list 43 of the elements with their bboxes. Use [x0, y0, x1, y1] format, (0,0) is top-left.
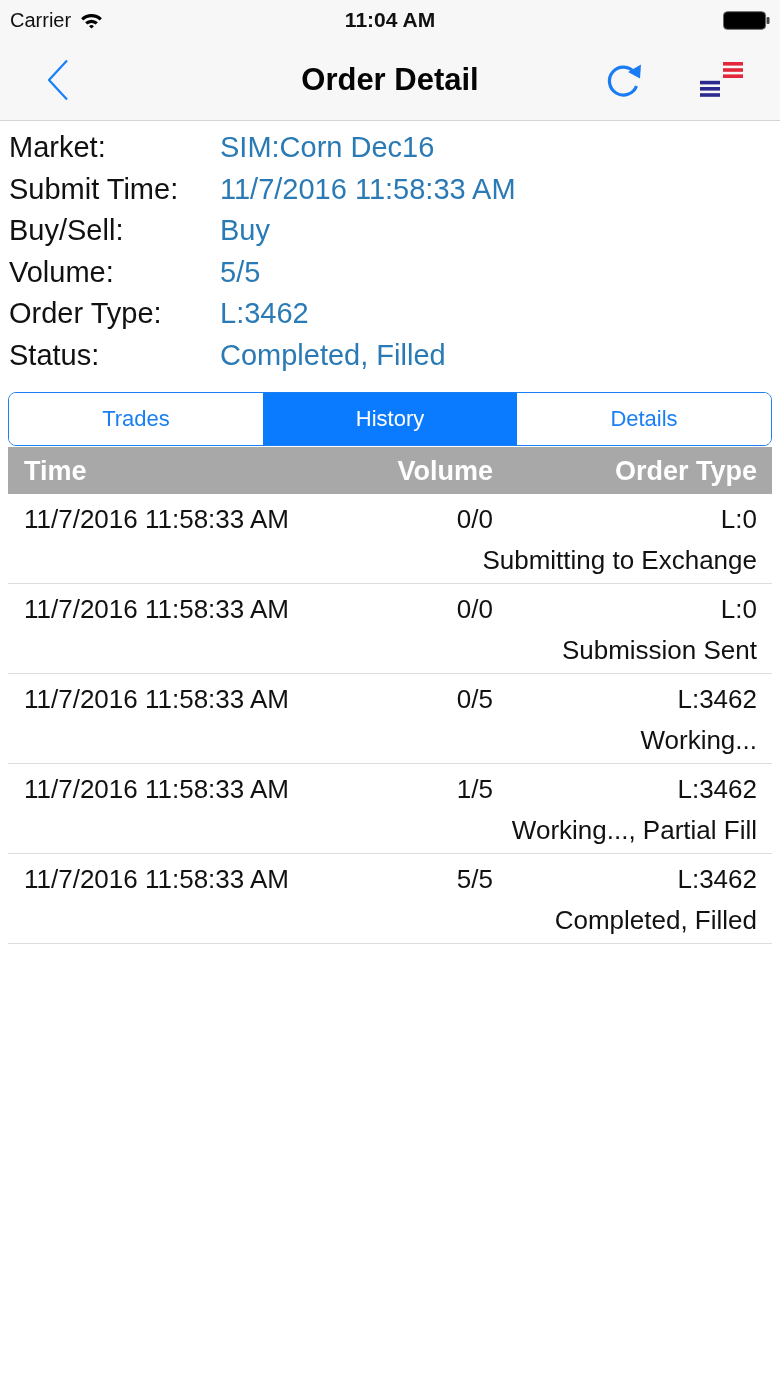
order-list-icon[interactable] — [700, 61, 743, 97]
history-order-type: L:3462 — [677, 863, 757, 896]
field-label: Status: — [9, 337, 101, 373]
history-order-type: L:0 — [720, 503, 757, 536]
history-volume: 5/5 — [456, 863, 493, 896]
column-header: Order Type — [614, 454, 757, 487]
segment-tab[interactable]: History — [263, 393, 517, 445]
history-order-type: L:0 — [720, 593, 757, 626]
status-time: 11:04 AM — [344, 8, 436, 32]
history-status: Working... — [640, 724, 757, 757]
history-status: Submitting to Exchange — [482, 544, 757, 577]
history-volume: 0/0 — [456, 593, 493, 626]
history-time: 11/7/2016 11:58:33 AM — [24, 593, 290, 626]
column-header: Volume — [397, 454, 493, 487]
history-time: 11/7/2016 11:58:33 AM — [24, 503, 290, 536]
field-label: Buy/Sell: — [9, 213, 125, 248]
field-label: Submit Time: — [9, 171, 180, 207]
field-label: Market: — [9, 130, 107, 165]
history-status: Completed, Filled — [554, 904, 757, 937]
field-value: Buy — [220, 213, 270, 248]
history-volume: 0/5 — [456, 683, 493, 716]
battery-icon — [723, 10, 770, 30]
back-icon[interactable] — [47, 59, 69, 101]
field-value: Completed, Filled — [220, 337, 446, 373]
history-status: Submission Sent — [561, 634, 757, 667]
history-order-type: L:3462 — [677, 773, 757, 806]
history-order-type: L:3462 — [677, 683, 757, 716]
field-value: 5/5 — [220, 254, 261, 290]
history-volume: 1/5 — [456, 773, 493, 806]
field-value: SIM:Corn Dec16 — [220, 130, 435, 165]
wifi-icon — [80, 11, 104, 29]
history-time: 11/7/2016 11:58:33 AM — [24, 863, 290, 896]
history-volume: 0/0 — [456, 503, 493, 536]
history-time: 11/7/2016 11:58:33 AM — [24, 683, 290, 716]
screen-title: Order Detail — [301, 61, 479, 99]
history-time: 11/7/2016 11:58:33 AM — [24, 773, 290, 806]
history-status: Working..., Partial Fill — [511, 814, 757, 847]
field-label: Order Type: — [9, 296, 163, 331]
field-label: Volume: — [9, 254, 115, 290]
field-value: L:3462 — [220, 296, 309, 331]
field-value: 11/7/2016 11:58:33 AM — [220, 171, 516, 207]
column-header: Time — [24, 454, 87, 487]
carrier-name: Carrier — [10, 8, 72, 32]
